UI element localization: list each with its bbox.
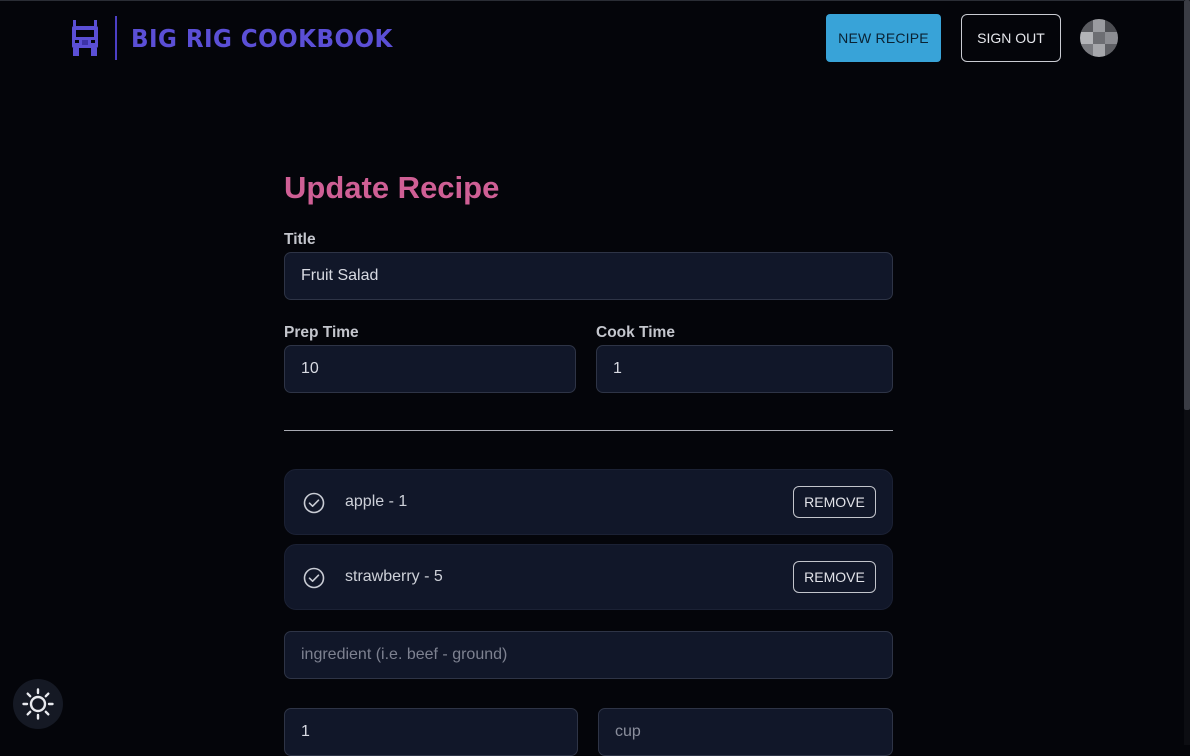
brand[interactable]: BIG RIG COOKBOOK xyxy=(71,16,416,60)
ingredient-text: strawberry - 5 xyxy=(345,568,443,585)
section-divider xyxy=(284,430,893,431)
page-title: Update Recipe xyxy=(284,170,500,205)
new-recipe-button[interactable]: NEW RECIPE xyxy=(826,14,941,62)
title-input[interactable] xyxy=(284,252,893,300)
sun-icon xyxy=(22,688,54,720)
sign-out-button[interactable]: SIGN OUT xyxy=(961,14,1061,62)
brand-divider xyxy=(115,16,117,60)
quantity-input[interactable] xyxy=(284,708,578,756)
ingredient-text: apple - 1 xyxy=(345,493,408,510)
theme-toggle-button[interactable] xyxy=(13,679,63,729)
truck-icon xyxy=(72,20,98,56)
prep-time-input[interactable] xyxy=(284,345,576,393)
cook-time-label: Cook Time xyxy=(596,324,675,341)
window-top-border xyxy=(0,0,1190,1)
page-scrollbar[interactable] xyxy=(1184,0,1190,745)
brand-name: BIG RIG COOKBOOK xyxy=(131,23,393,53)
cook-time-input[interactable] xyxy=(596,345,893,393)
prep-time-label: Prep Time xyxy=(284,324,359,341)
check-circle-icon xyxy=(303,492,325,514)
remove-ingredient-button[interactable]: REMOVE xyxy=(793,486,876,518)
check-circle-icon xyxy=(303,567,325,589)
ingredient-input[interactable] xyxy=(284,631,893,679)
title-label: Title xyxy=(284,231,316,248)
remove-ingredient-button[interactable]: REMOVE xyxy=(793,561,876,593)
unit-input[interactable] xyxy=(598,708,893,756)
user-avatar[interactable] xyxy=(1080,19,1118,57)
scrollbar-thumb[interactable] xyxy=(1184,0,1190,410)
ingredient-item: apple - 1 REMOVE xyxy=(284,469,893,535)
ingredient-item: strawberry - 5 REMOVE xyxy=(284,544,893,610)
